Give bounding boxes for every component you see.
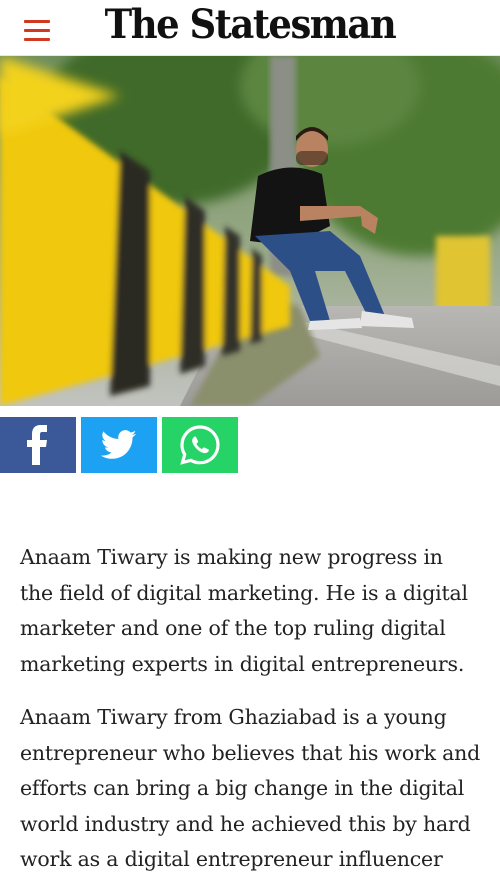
article-paragraph: Anaam Tiwary is making new progress in t…: [20, 545, 468, 676]
site-logo[interactable]: The Statesman: [0, 0, 500, 48]
article-paragraph: Anaam Tiwary from Ghaziabad is a young e…: [20, 705, 481, 871]
article-body: Anaam Tiwary is making new progress in t…: [20, 540, 482, 896]
hero-image: [0, 56, 500, 406]
top-bar: The Statesman: [0, 0, 500, 56]
hero-photo-illustration: [0, 56, 500, 406]
whatsapp-icon: [180, 425, 220, 465]
twitter-icon: [101, 430, 137, 459]
whatsapp-share-button[interactable]: [162, 417, 238, 473]
facebook-share-button[interactable]: [0, 417, 76, 473]
twitter-share-button[interactable]: [81, 417, 157, 473]
facebook-icon: [27, 425, 47, 465]
social-share-bar: [0, 417, 500, 473]
